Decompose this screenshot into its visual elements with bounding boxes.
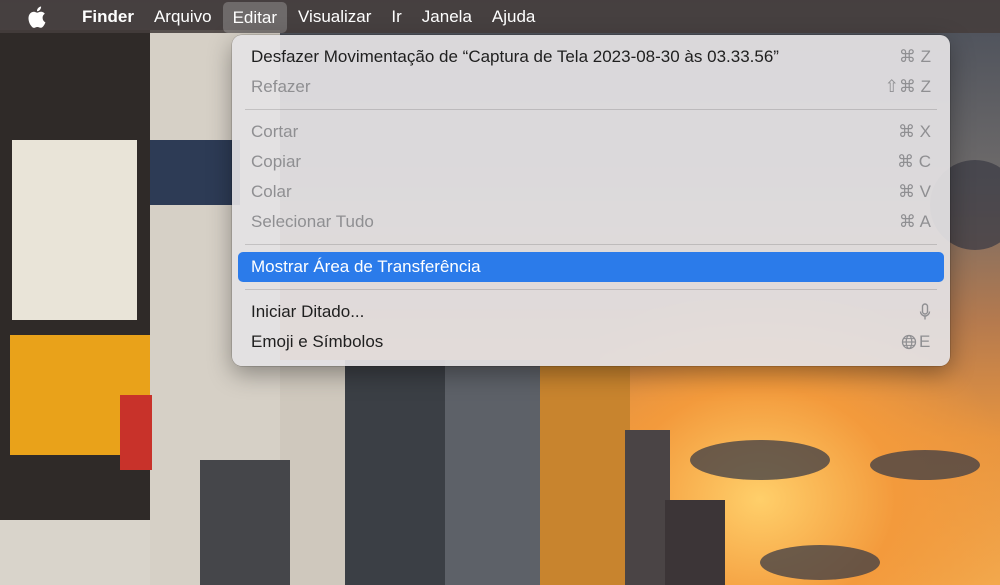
shortcut-key: E bbox=[919, 332, 931, 351]
menu-item-select-all[interactable]: Selecionar Tudo ⌘ A bbox=[238, 207, 944, 237]
menu-item-label: Cortar bbox=[251, 122, 299, 141]
menu-item-cut[interactable]: Cortar ⌘ X bbox=[238, 117, 944, 147]
shortcut-cut: ⌘ X bbox=[897, 122, 931, 141]
menu-item-redo[interactable]: Refazer ⇧⌘ Z bbox=[238, 72, 944, 102]
building-sign bbox=[12, 140, 137, 320]
microphone-icon-glyph bbox=[919, 303, 931, 320]
globe-icon bbox=[901, 334, 917, 350]
menu-item-copy[interactable]: Copiar ⌘ C bbox=[238, 147, 944, 177]
menu-item-label: Copiar bbox=[251, 152, 302, 171]
menu-item-undo[interactable]: Desfazer Movimentação de “Captura de Tel… bbox=[238, 42, 944, 72]
cloud bbox=[870, 450, 980, 480]
menu-finder[interactable]: Finder bbox=[73, 0, 143, 33]
menu-separator bbox=[245, 244, 937, 245]
building-sign bbox=[120, 395, 152, 470]
building bbox=[200, 460, 290, 585]
building bbox=[345, 360, 445, 585]
building bbox=[665, 500, 725, 585]
cloud bbox=[760, 545, 880, 580]
menu-item-label: Desfazer Movimentação de “Captura de Tel… bbox=[251, 47, 779, 66]
shortcut-select-all: ⌘ A bbox=[898, 212, 931, 231]
shortcut-redo: ⇧⌘ Z bbox=[884, 77, 931, 96]
building bbox=[445, 360, 540, 585]
menu-item-label: Selecionar Tudo bbox=[251, 212, 374, 231]
menu-bar: Finder Arquivo Editar Visualizar Ir Jane… bbox=[0, 0, 1000, 33]
shortcut-paste: ⌘ V bbox=[897, 182, 931, 201]
menu-separator bbox=[245, 289, 937, 290]
menu-item-label: Refazer bbox=[251, 77, 311, 96]
menu-janela[interactable]: Janela bbox=[413, 0, 481, 33]
building bbox=[625, 430, 670, 585]
shortcut-undo: ⌘ Z bbox=[898, 47, 931, 66]
menu-item-start-dictation[interactable]: Iniciar Ditado... bbox=[238, 297, 944, 327]
menu-item-label: Mostrar Área de Transferência bbox=[251, 257, 481, 276]
menu-item-label: Colar bbox=[251, 182, 292, 201]
menu-separator bbox=[245, 109, 937, 110]
menu-arquivo[interactable]: Arquivo bbox=[145, 0, 221, 33]
shortcut-emoji: E bbox=[901, 332, 931, 352]
shortcut-copy: ⌘ C bbox=[897, 152, 931, 171]
building bbox=[280, 360, 350, 585]
menu-item-label: Emoji e Símbolos bbox=[251, 332, 384, 351]
menu-ir[interactable]: Ir bbox=[382, 0, 410, 33]
menu-item-paste[interactable]: Colar ⌘ V bbox=[238, 177, 944, 207]
cloud bbox=[690, 440, 830, 480]
menu-visualizar[interactable]: Visualizar bbox=[289, 0, 380, 33]
microphone-icon bbox=[919, 303, 931, 321]
menu-item-emoji[interactable]: Emoji e Símbolos E bbox=[238, 327, 944, 357]
menu-ajuda[interactable]: Ajuda bbox=[483, 0, 544, 33]
apple-icon[interactable] bbox=[27, 6, 47, 28]
apple-icon-glyph bbox=[28, 6, 46, 28]
menu-item-show-clipboard[interactable]: Mostrar Área de Transferência bbox=[238, 252, 944, 282]
building-mural bbox=[540, 365, 630, 585]
edit-menu: Desfazer Movimentação de “Captura de Tel… bbox=[232, 35, 950, 366]
menu-item-label: Iniciar Ditado... bbox=[251, 302, 365, 321]
building bbox=[0, 520, 150, 585]
menu-editar[interactable]: Editar bbox=[222, 1, 288, 33]
